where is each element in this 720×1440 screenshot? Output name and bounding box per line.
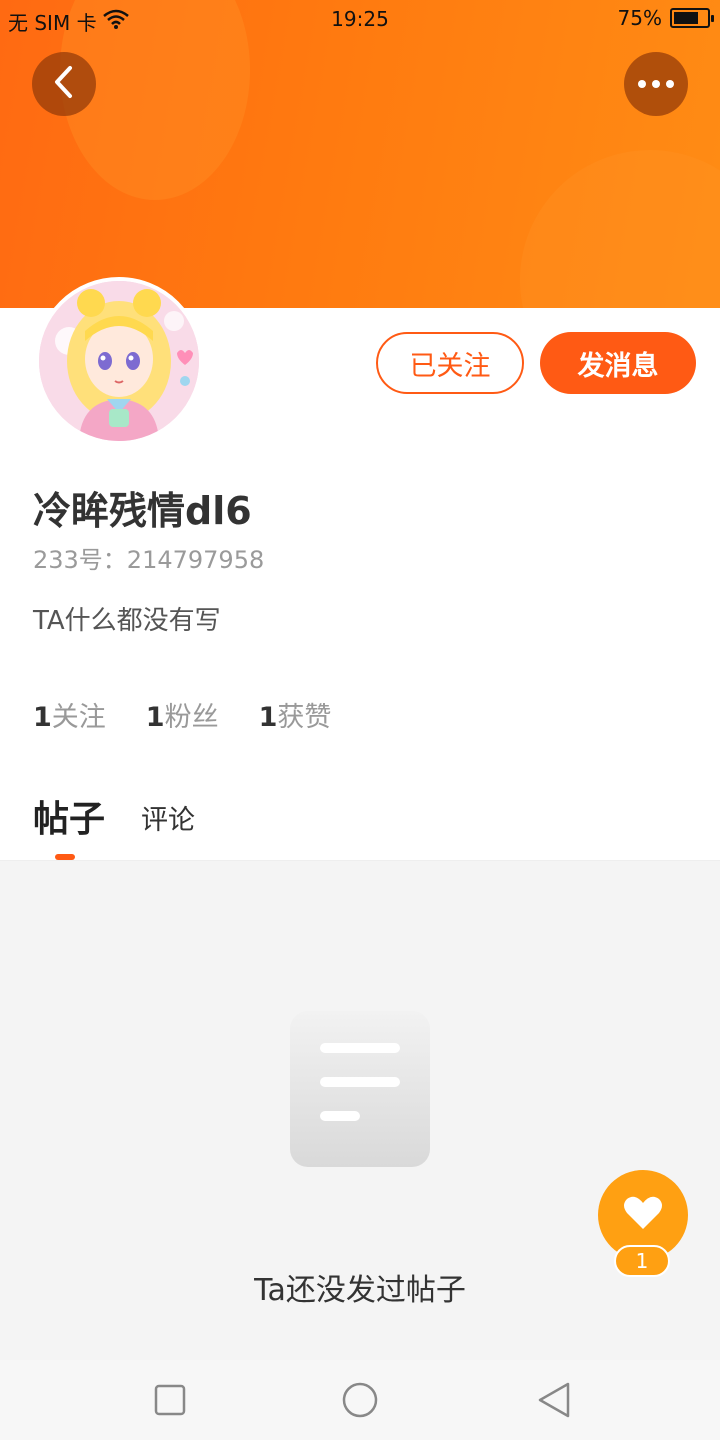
tab-comments[interactable]: 评论 — [141, 798, 195, 837]
status-bar: 无 SIM 卡 19:25 75% — [0, 0, 720, 38]
stat-following-count: 1 — [33, 702, 52, 733]
triangle-back-icon[interactable] — [534, 1380, 574, 1420]
circle-home-icon[interactable] — [340, 1380, 380, 1420]
stat-following[interactable]: 1关注 — [33, 695, 106, 734]
empty-state-text: Ta还没发过帖子 — [254, 1273, 466, 1308]
profile-stats: 1关注 1粉丝 1获赞 — [33, 695, 331, 734]
stat-followers[interactable]: 1粉丝 — [146, 695, 219, 734]
system-nav-bar — [0, 1360, 720, 1440]
stat-following-label: 关注 — [51, 702, 106, 733]
tab-posts[interactable]: 帖子 — [33, 790, 105, 842]
back-button[interactable] — [32, 52, 96, 116]
profile-tabs: 帖子 评论 — [33, 790, 720, 860]
stat-likes-count: 1 — [258, 702, 278, 733]
more-options-button[interactable] — [624, 52, 688, 116]
heart-icon — [623, 1195, 663, 1235]
posts-content-area: Ta还没发过帖子 — [0, 860, 720, 1360]
like-count-badge: 1 — [614, 1245, 670, 1277]
profile-uid: 233号：214797958 — [33, 546, 265, 574]
stat-likes[interactable]: 1获赞 — [259, 695, 332, 734]
chevron-left-icon — [52, 65, 76, 103]
send-message-button[interactable]: 发消息 — [540, 332, 696, 394]
square-recent-icon[interactable] — [150, 1380, 190, 1420]
stat-followers-label: 粉丝 — [164, 702, 219, 733]
avatar[interactable] — [35, 277, 203, 445]
battery-icon — [670, 8, 714, 28]
stat-likes-label: 获赞 — [277, 702, 332, 733]
battery-percent: 75% — [617, 6, 662, 30]
stat-followers-count: 1 — [145, 702, 165, 733]
profile-header-background — [0, 0, 720, 308]
more-dots-icon — [638, 80, 674, 88]
followed-button[interactable]: 已关注 — [376, 332, 524, 394]
profile-bio: TA什么都没有写 — [33, 606, 221, 636]
clock: 19:25 — [331, 7, 389, 31]
profile-name: 冷眸残情dl6 — [33, 489, 252, 533]
document-icon — [290, 1011, 430, 1167]
